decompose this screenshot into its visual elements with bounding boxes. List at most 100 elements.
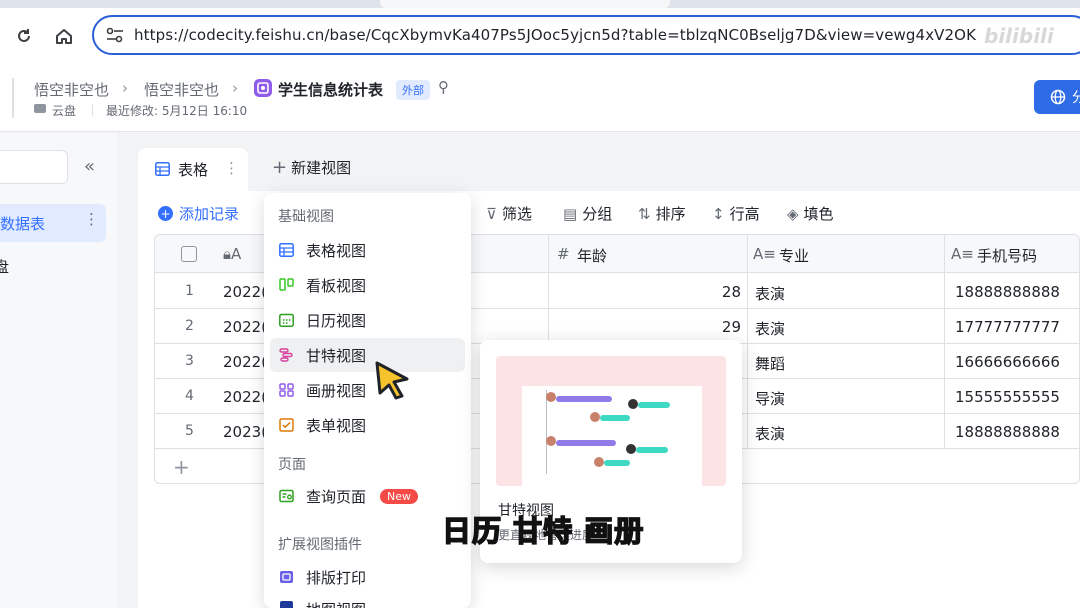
table-cell[interactable]: 导演 xyxy=(755,388,785,409)
paint-bucket-icon: ◈ xyxy=(787,204,799,223)
sort-button[interactable]: ⇅ 排序 xyxy=(638,203,686,224)
fill-color-button[interactable]: ◈ 填色 xyxy=(787,203,834,224)
table-cell[interactable]: 表演 xyxy=(755,283,785,304)
menu-group-extensions: 扩展视图插件 xyxy=(278,537,362,553)
pin-icon[interactable]: ⚲ xyxy=(438,78,449,96)
select-all-checkbox[interactable] xyxy=(181,246,197,262)
lock-icon: 🔒︎A xyxy=(223,245,242,263)
new-view-button[interactable]: + 新建视图 xyxy=(272,157,351,178)
gantt-bar-purple xyxy=(556,396,612,402)
row-height-icon: ↕ xyxy=(712,204,725,223)
menu-item-label: 日历视图 xyxy=(306,311,367,330)
filter-icon: ⊽ xyxy=(486,204,497,223)
menu-item-label: 看板视图 xyxy=(306,276,367,295)
avatar xyxy=(546,436,556,446)
column-header-age[interactable]: 年龄 xyxy=(577,245,607,266)
table-cell[interactable]: 29 xyxy=(695,318,741,336)
menu-item-label: 排版打印 xyxy=(306,568,367,587)
form-icon xyxy=(278,417,294,433)
gantt-preview-image xyxy=(496,356,726,486)
column-divider xyxy=(944,235,945,449)
breadcrumb-item-1[interactable]: 悟空非空也 xyxy=(34,79,109,100)
table-cell[interactable]: 16666666666 xyxy=(955,353,1060,371)
table-cell[interactable]: 2023( xyxy=(223,423,267,441)
view-tab-bar xyxy=(118,133,1080,191)
chevron-right-icon: › xyxy=(122,79,128,97)
kanban-icon xyxy=(278,277,294,293)
more-icon[interactable]: ⋮ xyxy=(84,210,99,228)
print-icon xyxy=(278,569,294,585)
menu-item-gallery-view[interactable]: 画册视图 xyxy=(270,373,465,407)
new-view-menu: 基础视图 表格视图 看板视图 日历视图 甘特视图 画册视图 表单视图 页面 查询… xyxy=(264,193,471,608)
row-index: 4 xyxy=(185,388,194,404)
avatar xyxy=(628,399,638,409)
table-cell[interactable]: 舞蹈 xyxy=(755,353,785,374)
column-header-phone[interactable]: 手机号码 xyxy=(977,245,1037,266)
browser-tab-fragment[interactable] xyxy=(380,0,670,8)
menu-item-label: 甘特视图 xyxy=(306,346,367,365)
table-cell[interactable]: 15555555555 xyxy=(955,388,1060,406)
text-field-icon: A≡ xyxy=(951,245,974,263)
collapse-sidebar-icon[interactable]: « xyxy=(84,156,95,177)
mouse-cursor-icon xyxy=(374,360,412,404)
gantt-bar-teal xyxy=(636,447,668,453)
folder-icon xyxy=(34,104,46,113)
page-title[interactable]: 学生信息统计表 xyxy=(278,79,383,100)
table-cell[interactable]: 2022( xyxy=(223,283,267,301)
row-index: 5 xyxy=(185,423,194,439)
filter-label: 筛选 xyxy=(501,205,532,223)
table-cell[interactable]: 17777777777 xyxy=(955,318,1060,336)
location-label[interactable]: 云盘 xyxy=(52,102,76,119)
add-record-button[interactable]: + 添加记录 xyxy=(158,203,239,224)
table-cell[interactable]: 表演 xyxy=(755,423,785,444)
avatar xyxy=(594,457,604,467)
menu-item-gantt-view[interactable]: 甘特视图 xyxy=(270,338,465,372)
menu-item-label: 地图视图 xyxy=(306,599,366,608)
text-field-icon: A≡ xyxy=(753,245,776,263)
more-icon[interactable]: ⋮ xyxy=(224,159,239,177)
breadcrumb-item-2[interactable]: 悟空非空也 xyxy=(144,79,219,100)
menu-item-print-layout[interactable]: 排版打印 xyxy=(270,560,465,594)
menu-item-grid-view[interactable]: 表格视图 xyxy=(270,233,465,267)
sidebar-item-2[interactable]: 盘 xyxy=(0,256,9,277)
address-bar[interactable]: https://codecity.feishu.cn/base/CqcXbymv… xyxy=(92,15,1080,55)
fill-label: 填色 xyxy=(803,205,834,223)
external-badge: 外部 xyxy=(396,80,430,100)
home-icon[interactable] xyxy=(52,24,76,48)
avatar xyxy=(626,444,636,454)
table-cell[interactable]: 2022( xyxy=(223,353,267,371)
filter-button[interactable]: ⊽ 筛选 xyxy=(486,203,532,224)
menu-item-kanban-view[interactable]: 看板视图 xyxy=(270,268,465,302)
table-cell[interactable]: 28 xyxy=(695,283,741,301)
last-modified: 最近修改: 5月12日 16:10 xyxy=(106,104,248,118)
menu-item-form-view[interactable]: 表单视图 xyxy=(270,408,465,442)
new-view-label: 新建视图 xyxy=(291,159,352,177)
add-record-label: 添加记录 xyxy=(179,205,240,223)
row-height-button[interactable]: ↕ 行高 xyxy=(712,203,760,224)
sidebar-search-input[interactable] xyxy=(0,150,68,184)
table-cell[interactable]: 18888888888 xyxy=(955,423,1060,441)
add-row-button[interactable]: + xyxy=(173,455,190,479)
share-button[interactable]: 分 xyxy=(1034,80,1080,114)
menu-item-map-view[interactable]: 地图视图 xyxy=(270,595,465,608)
table-cell[interactable]: 2022( xyxy=(223,388,267,406)
table-cell[interactable]: 2022( xyxy=(223,318,267,336)
table-cell[interactable]: 表演 xyxy=(755,318,785,339)
column-header-major[interactable]: 专业 xyxy=(779,245,809,266)
site-settings-icon[interactable] xyxy=(106,27,124,47)
menu-item-calendar-view[interactable]: 日历视图 xyxy=(270,303,465,337)
group-button[interactable]: ▤ 分组 xyxy=(563,203,612,224)
gantt-bar-teal xyxy=(638,402,670,408)
preview-axis xyxy=(546,390,547,474)
tab-label: 表格 xyxy=(178,161,209,179)
avatar xyxy=(590,412,600,422)
reload-icon[interactable] xyxy=(12,24,36,48)
menu-group-basic: 基础视图 xyxy=(278,209,334,225)
plus-icon: + xyxy=(272,157,288,178)
chevron-right-icon: › xyxy=(232,79,238,97)
map-icon xyxy=(278,599,294,608)
table-cell[interactable]: 18888888888 xyxy=(955,283,1060,301)
menu-item-query-page[interactable]: 查询页面 New xyxy=(270,479,465,513)
url-text[interactable]: https://codecity.feishu.cn/base/CqcXbymv… xyxy=(134,26,976,44)
avatar xyxy=(546,392,556,402)
